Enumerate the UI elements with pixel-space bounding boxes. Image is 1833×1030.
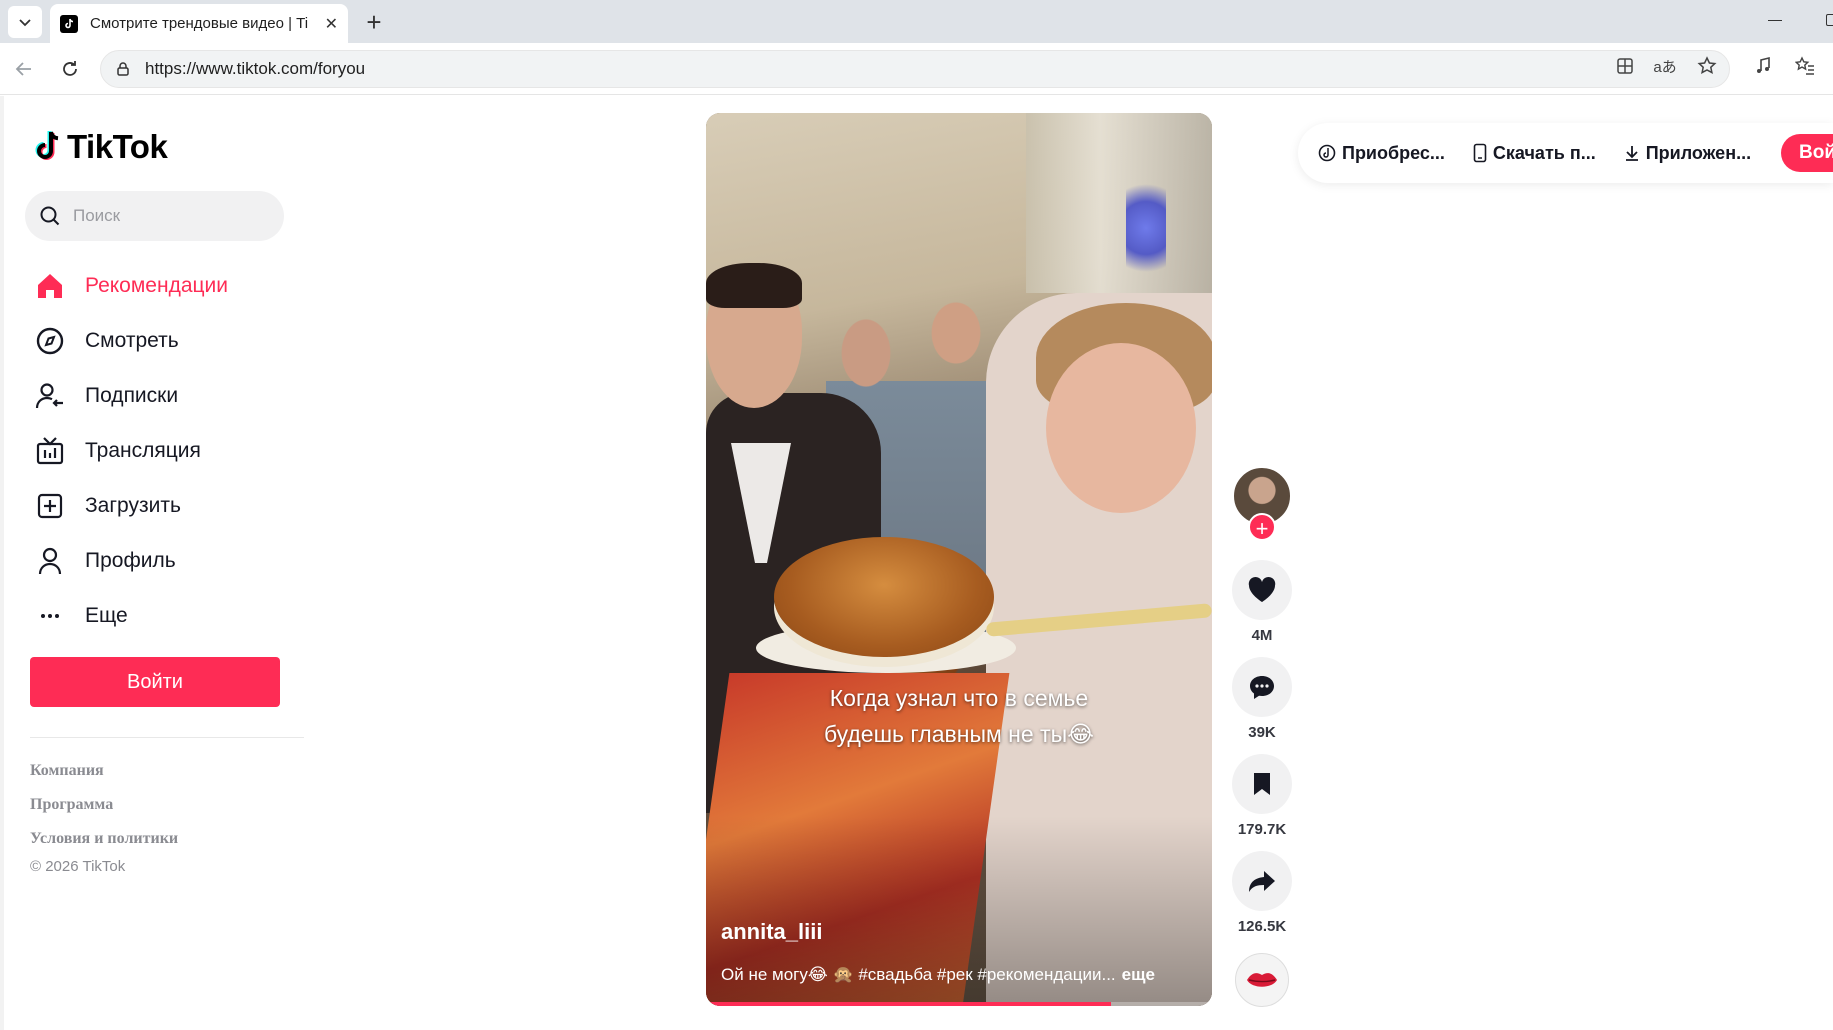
following-icon [30, 376, 70, 416]
video-caption: Когда узнал что в семье будешь главным н… [706, 680, 1212, 752]
download-app-button[interactable]: Скачать п... [1473, 143, 1596, 164]
more-icon [30, 596, 70, 636]
download-icon [1625, 146, 1638, 161]
favorites-list-icon[interactable] [1790, 51, 1820, 81]
url-text[interactable]: https://www.tiktok.com/foryou [145, 59, 365, 79]
bookmark-icon [1254, 773, 1270, 795]
desktop-app-label: Приложен... [1645, 142, 1752, 163]
video-caption-line: Когда узнал что в семье [829, 685, 1089, 711]
login-button[interactable]: Войти [30, 657, 280, 707]
logo-text: TikTok [67, 128, 168, 165]
header-login-button[interactable]: Вой [1781, 134, 1833, 172]
comment-count: 39K [1248, 724, 1276, 741]
like-count: 4M [1251, 627, 1273, 644]
sidebar-item-profile[interactable]: Профиль [30, 533, 310, 588]
footer-link-company[interactable]: Компания [30, 762, 104, 780]
video-scene-groom-hair [706, 263, 802, 308]
video-scene-light [1126, 173, 1166, 283]
video-scene-korovai [774, 537, 994, 657]
comment-button[interactable] [1232, 657, 1292, 717]
video-author-username[interactable]: annita_liii [721, 919, 822, 945]
app-available-icon[interactable] [1610, 51, 1640, 81]
sidebar-nav: Рекомендации Смотреть Подписки Трансляци… [30, 258, 310, 643]
upload-icon [30, 486, 70, 526]
video-progress-bar[interactable] [706, 1002, 1212, 1006]
lock-icon[interactable] [115, 61, 131, 77]
sidebar-item-label: Подписки [85, 383, 179, 407]
music-extension-icon[interactable] [1748, 51, 1778, 81]
follow-plus-icon[interactable]: + [1248, 513, 1276, 541]
new-tab-button[interactable]: + [360, 7, 388, 37]
lips-icon [1247, 973, 1277, 987]
footer-link-terms[interactable]: Условия и политики [30, 830, 178, 848]
search-input[interactable]: Поиск [25, 191, 284, 241]
page-left-edge [0, 96, 4, 1030]
url-field[interactable]: https://www.tiktok.com/foryou [100, 50, 1730, 88]
video-progress-fill [706, 1002, 1111, 1006]
video-description: Ой не могу😂 🙊 #свадьба #рек #рекомендаци… [721, 965, 1201, 985]
minimize-icon[interactable] [1768, 20, 1782, 21]
video-player[interactable]: Когда узнал что в семье будешь главным н… [706, 113, 1212, 1006]
browser-tab-bar: Смотрите трендовые видео | TikTok ✕ + [0, 0, 1833, 43]
home-icon [30, 266, 70, 306]
maximize-icon[interactable] [1826, 14, 1833, 26]
sidebar-item-live[interactable]: Трансляция [30, 423, 310, 478]
sidebar-item-label: Еще [85, 603, 128, 627]
sidebar-item-label: Смотреть [85, 328, 179, 352]
share-arrow-icon [1249, 871, 1275, 892]
tiktok-logo[interactable]: TikTok [33, 128, 168, 166]
search-icon [40, 206, 60, 226]
video-description-text: Ой не могу😂 🙊 #свадьба #рек #рекомендаци… [721, 965, 1116, 984]
sidebar-item-label: Загрузить [85, 493, 181, 517]
sidebar-item-label: Рекомендации [85, 273, 229, 297]
save-button[interactable] [1232, 754, 1292, 814]
video-caption-line: будешь главным не ты😂 [823, 721, 1094, 747]
compass-icon [30, 321, 70, 361]
get-coins-label: Приобрес... [1342, 142, 1445, 163]
sidebar-item-label: Профиль [85, 548, 176, 572]
video-scene-curtain [1026, 113, 1212, 293]
top-actions-bar: Приобрес... Скачать п... Приложен... [1298, 123, 1833, 183]
sidebar-item-label: Трансляция [85, 438, 201, 462]
desktop-app-button[interactable]: Приложен... [1624, 143, 1751, 164]
search-placeholder: Поиск [73, 206, 121, 225]
music-disc-icon[interactable] [1235, 953, 1289, 1007]
tab-list-button[interactable] [8, 6, 42, 38]
chevron-down-icon [19, 19, 31, 27]
phone-icon [1473, 143, 1487, 163]
back-icon[interactable] [10, 55, 38, 83]
tiktok-favicon-icon [60, 14, 78, 33]
get-coins-button[interactable]: Приобрес... [1318, 143, 1445, 164]
tiktok-note-icon [35, 131, 59, 160]
tab-title: Смотрите трендовые видео | TikTok [90, 15, 308, 32]
sidebar-item-explore[interactable]: Смотреть [30, 313, 310, 368]
heart-icon [1248, 577, 1276, 602]
comment-icon [1250, 676, 1274, 699]
sidebar-item-recommendations[interactable]: Рекомендации [30, 258, 310, 313]
live-tv-icon [30, 431, 70, 471]
address-bar: https://www.tiktok.com/foryou aあ [0, 43, 1833, 95]
share-count: 126.5K [1237, 918, 1287, 935]
profile-icon [30, 541, 70, 581]
save-count: 179.7K [1237, 821, 1287, 838]
sidebar-item-more[interactable]: Еще [30, 588, 310, 643]
share-button[interactable] [1232, 851, 1292, 911]
favorite-star-icon[interactable] [1692, 51, 1722, 81]
download-app-label: Скачать п... [1492, 142, 1596, 163]
close-tab-icon[interactable]: ✕ [325, 14, 338, 34]
sidebar-item-upload[interactable]: Загрузить [30, 478, 310, 533]
sidebar-item-following[interactable]: Подписки [30, 368, 310, 423]
video-scene-woman-face [1046, 343, 1196, 513]
like-button[interactable] [1232, 560, 1292, 620]
footer-link-program[interactable]: Программа [30, 796, 113, 814]
coin-icon [1318, 144, 1336, 162]
translate-icon[interactable]: aあ [1650, 51, 1680, 81]
reload-icon[interactable] [56, 55, 84, 83]
copyright: © 2026 TikTok [30, 858, 126, 875]
browser-tab[interactable]: Смотрите трендовые видео | TikTok ✕ [50, 4, 348, 43]
sidebar-divider [30, 737, 304, 738]
more-link[interactable]: еще [1122, 965, 1155, 984]
